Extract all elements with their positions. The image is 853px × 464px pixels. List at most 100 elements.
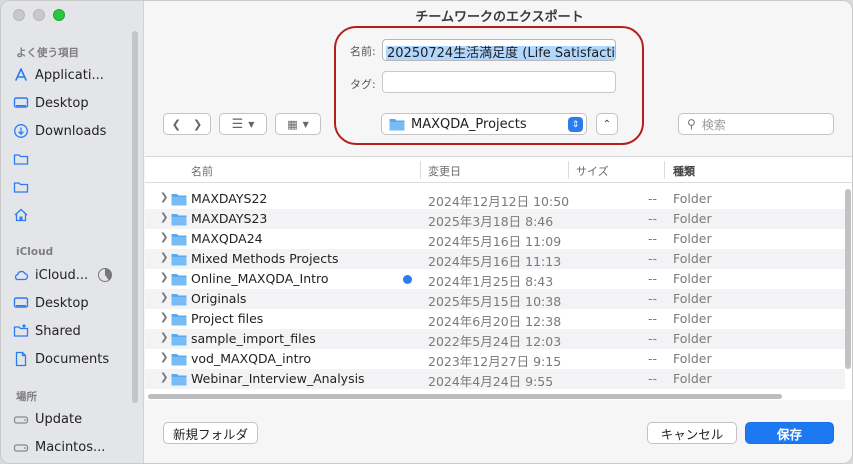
disclosure-chevron-icon[interactable]: ❯ — [160, 272, 168, 283]
disclosure-chevron-icon[interactable]: ❯ — [160, 252, 168, 263]
file-size: -- — [648, 311, 658, 326]
dialog-title: チームワークのエクスポート — [415, 10, 584, 25]
file-size: -- — [648, 231, 658, 246]
blue-tag-icon — [403, 275, 412, 284]
file-size: -- — [648, 331, 658, 346]
file-kind: Folder — [673, 331, 712, 346]
save-dialog: よく使う項目 Applicati... Desktop Downloads iC… — [0, 0, 853, 464]
zoom-window-button[interactable] — [53, 9, 65, 21]
sidebar-scrollbar[interactable] — [132, 31, 138, 403]
disk-icon — [13, 411, 29, 427]
forward-icon[interactable]: ❯ — [193, 118, 202, 131]
table-row[interactable]: ❯ MAXDAYS22 2024年12月12日 10:50 -- Folder — [145, 189, 845, 209]
table-row[interactable]: ❯ Webinar_Interview_Analysis 2024年4月24日 9:… — [145, 369, 845, 389]
back-forward-buttons[interactable]: ❮ ❯ — [163, 113, 211, 135]
disclosure-chevron-icon[interactable]: ❯ — [160, 352, 168, 363]
sidebar-item-label: Shared — [35, 323, 81, 339]
column-header-name[interactable]: 名前 — [191, 163, 213, 179]
sidebar-item-folder-1[interactable] — [13, 148, 131, 170]
file-name: Mixed Methods Projects — [191, 251, 339, 266]
sidebar-item-label: iCloud... — [35, 267, 89, 283]
sidebar-item-label: Desktop — [35, 95, 89, 111]
sidebar-item-home[interactable] — [13, 204, 131, 226]
document-icon — [13, 351, 29, 367]
column-header-modified[interactable]: 変更日 — [428, 163, 461, 179]
disclosure-chevron-icon[interactable]: ❯ — [160, 192, 168, 203]
folder-icon — [171, 253, 187, 266]
sidebar-item-desktop[interactable]: Desktop — [13, 92, 131, 114]
file-kind: Folder — [673, 351, 712, 366]
window-controls — [13, 9, 65, 21]
back-icon[interactable]: ❮ — [172, 118, 181, 131]
sidebar-item-downloads[interactable]: Downloads — [13, 120, 131, 142]
desktop-icon — [13, 95, 29, 111]
sidebar-item-update[interactable]: Update — [13, 408, 131, 430]
folder-icon — [171, 273, 187, 286]
table-row[interactable]: ❯ MAXQDA24 2024年5月16日 11:09 -- Folder — [145, 229, 845, 249]
chevron-down-icon: ▼ — [302, 119, 309, 129]
disclosure-chevron-icon[interactable]: ❯ — [160, 232, 168, 243]
folder-icon — [13, 179, 29, 195]
list-horizontal-scrollbar[interactable] — [148, 394, 782, 399]
folder-icon — [171, 373, 187, 386]
new-folder-button[interactable]: 新規フォルダ — [163, 422, 258, 444]
file-name: Project files — [191, 311, 264, 326]
sidebar-item-label: Macintos... — [35, 439, 106, 455]
table-row[interactable]: ❯ vod_MAXQDA_intro 2023年12月27日 9:15 -- Folde… — [145, 349, 845, 369]
table-row[interactable]: ❯ Mixed Methods Projects 2024年5月16日 11:13 -… — [145, 249, 845, 269]
save-button[interactable]: 保存 — [745, 422, 834, 444]
file-kind: Folder — [673, 211, 712, 226]
highlight-annotation — [334, 26, 644, 145]
disclosure-chevron-icon[interactable]: ❯ — [160, 312, 168, 323]
file-modified: 2024年5月16日 11:09 — [428, 234, 562, 249]
desktop-icon — [13, 295, 29, 311]
column-header-size[interactable]: サイズ — [576, 163, 609, 179]
favorites-header: よく使う項目 — [16, 47, 79, 59]
grid-view-button[interactable]: ▦ ▼ — [275, 113, 321, 135]
file-modified: 2024年1月25日 8:43 — [428, 274, 554, 289]
sidebar-item-folder-2[interactable] — [13, 176, 131, 198]
file-size: -- — [648, 271, 658, 286]
disclosure-chevron-icon[interactable]: ❯ — [160, 372, 168, 383]
file-list[interactable]: 名前 変更日 サイズ 種類 ❯ MAXDAYS22 2024年12月12日 10:5… — [145, 156, 852, 400]
disclosure-chevron-icon[interactable]: ❯ — [160, 332, 168, 343]
shared-folder-icon — [13, 323, 29, 339]
list-vertical-scrollbar[interactable] — [845, 189, 851, 369]
table-row[interactable]: ❯ Project files 2024年6月20日 12:38 -- Folder — [145, 309, 845, 329]
file-modified: 2025年3月18日 8:46 — [428, 214, 554, 229]
file-size: -- — [648, 251, 658, 266]
icloud-header: iCloud — [16, 246, 54, 258]
sidebar-item-icloud-drive[interactable]: iCloud... — [13, 264, 131, 286]
file-kind: Folder — [673, 251, 712, 266]
column-header-kind[interactable]: 種類 — [673, 163, 695, 179]
disclosure-chevron-icon[interactable]: ❯ — [160, 292, 168, 303]
sidebar-item-icloud-desktop[interactable]: Desktop — [13, 292, 131, 314]
table-row[interactable]: ❯ Online_MAXQDA_Intro 2024年1月25日 8:43 -- Fol… — [145, 269, 845, 289]
close-window-button[interactable] — [13, 9, 25, 21]
cancel-button[interactable]: キャンセル — [647, 422, 737, 444]
search-field[interactable]: ⚲ 検索 — [678, 113, 834, 135]
sidebar-item-shared[interactable]: Shared — [13, 320, 131, 342]
search-icon: ⚲ — [687, 117, 696, 131]
table-row[interactable]: ❯ MAXDAYS23 2025年3月18日 8:46 -- Folder — [145, 209, 845, 229]
file-kind: Folder — [673, 271, 712, 286]
file-name: vod_MAXQDA_intro — [191, 351, 311, 366]
sidebar-item-documents[interactable]: Documents — [13, 348, 131, 370]
sidebar-item-label: Downloads — [35, 123, 107, 139]
disk-icon — [13, 439, 29, 455]
table-row[interactable]: ❯ sample_import_files 2022年5月24日 12:03 -- Fo… — [145, 329, 845, 349]
folder-icon — [171, 193, 187, 206]
sidebar-item-macintosh-hd[interactable]: Macintos... — [13, 436, 131, 458]
file-name: sample_import_files — [191, 331, 316, 346]
locations-header: 場所 — [16, 391, 37, 403]
table-row[interactable]: ❯ Originals 2025年5月15日 10:38 -- Folder — [145, 289, 845, 309]
minimize-window-button[interactable] — [33, 9, 45, 21]
file-size: -- — [648, 291, 658, 306]
file-size: -- — [648, 191, 658, 206]
list-view-button[interactable]: ☰ ▼ — [219, 113, 267, 135]
disclosure-chevron-icon[interactable]: ❯ — [160, 212, 168, 223]
sidebar-item-label: Applicati... — [35, 67, 104, 83]
folder-icon — [171, 233, 187, 246]
file-modified: 2024年5月16日 11:13 — [428, 254, 562, 269]
sidebar-item-applications[interactable]: Applicati... — [13, 64, 131, 86]
